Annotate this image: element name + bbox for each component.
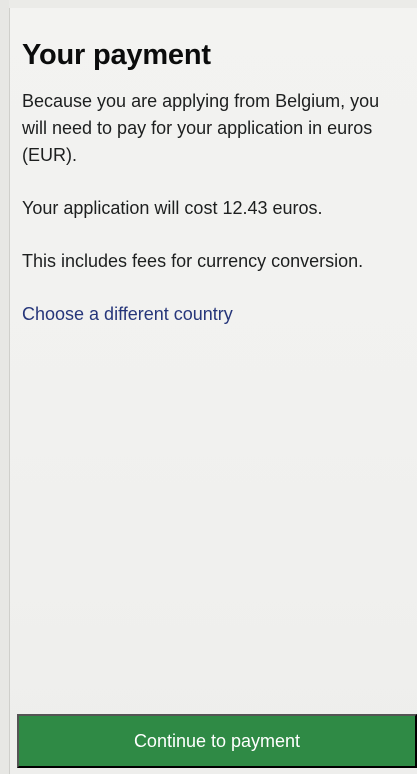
left-edge — [0, 0, 10, 774]
currency-fee-text: This includes fees for currency conversi… — [22, 251, 364, 271]
payment-cost-text: Your application will cost 12.43 euros. — [22, 198, 323, 218]
page-title: Your payment — [22, 39, 211, 71]
top-band — [9, 0, 417, 8]
continue-to-payment-label: Continue to payment — [133, 731, 301, 751]
choose-different-country-link[interactable]: Choose a different country — [22, 301, 233, 328]
payment-intro-text: Because you are applying from Belgium, y… — [22, 91, 380, 165]
continue-to-payment-button[interactable]: Continue to payment — [17, 714, 417, 768]
payment-content: Your payment Because you are applying fr… — [22, 40, 406, 328]
payment-screen: Your payment Because you are applying fr… — [0, 0, 417, 774]
